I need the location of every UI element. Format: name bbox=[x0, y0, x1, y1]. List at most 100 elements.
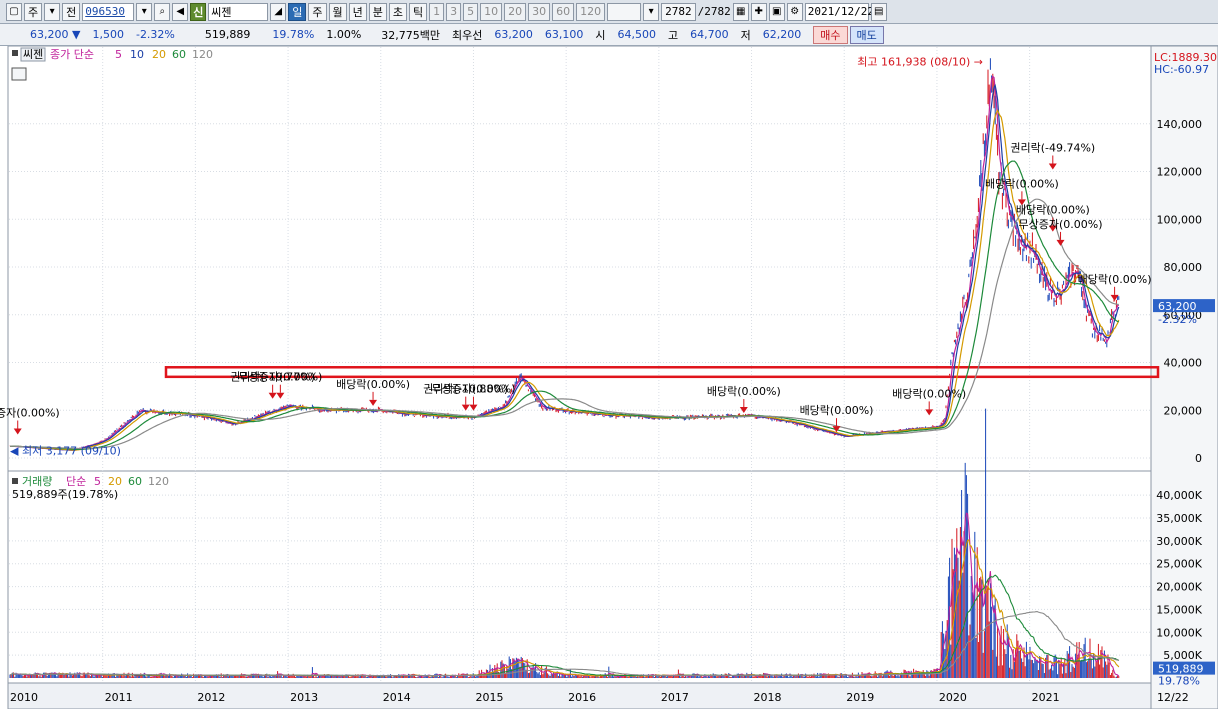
event-label: 권리락(-49.74%) bbox=[1010, 142, 1095, 155]
low-label: 저 bbox=[740, 28, 751, 42]
high-value: 64,700 bbox=[690, 28, 729, 41]
event-label: 무상증자(0.00%) bbox=[1019, 218, 1103, 231]
chevron-down-icon[interactable]: ▾ bbox=[44, 2, 61, 21]
event-label: 배당락(0.00%) bbox=[336, 378, 410, 391]
all-button[interactable]: 전 bbox=[62, 2, 81, 21]
stock-code-input[interactable] bbox=[82, 2, 135, 21]
x-tick-label: 2011 bbox=[105, 691, 133, 704]
interval-1[interactable]: 1 bbox=[429, 2, 445, 21]
chart-area: 최고 161,938 (08/10) → ◀ 최저 3,177 (09/10) 무상… bbox=[0, 45, 1218, 709]
volume-y-tick: 35,000K bbox=[1156, 512, 1202, 525]
x-tick-label: 2015 bbox=[475, 691, 503, 704]
event-label: 무상증자(0.00%) bbox=[238, 371, 322, 384]
credit-badge: 신 bbox=[190, 2, 207, 21]
interval-120[interactable]: 120 bbox=[576, 2, 606, 21]
event-label: 배당락(0.00%) bbox=[892, 387, 966, 400]
volume-info-line: 519,889주(19.78%) bbox=[12, 488, 118, 501]
sell-button[interactable]: 매도 bbox=[849, 25, 884, 44]
x-tick-label: 12/22 bbox=[1157, 691, 1189, 704]
last-change-tag: -2.32% bbox=[1158, 313, 1197, 326]
hc-label: HC:-60.97 bbox=[1154, 63, 1209, 76]
corner-marker-icon: ◢ bbox=[270, 2, 287, 21]
price-y-tick: 20,000 bbox=[1164, 404, 1203, 417]
interval-10[interactable]: 10 bbox=[480, 2, 503, 21]
legend-stock-name: 씨젠 bbox=[23, 48, 43, 61]
legend-ma20: 20 bbox=[152, 48, 166, 61]
data-count-field[interactable]: 2782 bbox=[661, 2, 696, 21]
last-ratio-tag: 19.78% bbox=[1158, 675, 1200, 688]
price-y-tick: 0 bbox=[1195, 452, 1202, 465]
event-label: 배당락(0.00%) bbox=[800, 404, 874, 417]
market-button[interactable]: 주 bbox=[24, 2, 43, 21]
x-tick-label: 2010 bbox=[10, 691, 38, 704]
legend-marker-icon bbox=[12, 50, 18, 56]
table-icon[interactable] bbox=[11, 67, 27, 81]
volume-y-tick: 20,000K bbox=[1156, 581, 1202, 594]
legend-ma5: 5 bbox=[115, 48, 122, 61]
speaker-icon[interactable]: ◀ bbox=[172, 2, 189, 21]
price-y-tick: 40,000 bbox=[1164, 357, 1203, 370]
x-tick-label: 2019 bbox=[846, 691, 874, 704]
volume-y-tick: 5,000K bbox=[1163, 649, 1202, 662]
legend-ma60: 60 bbox=[172, 48, 186, 61]
open-value: 64,500 bbox=[617, 28, 657, 41]
x-tick-label: 2017 bbox=[661, 691, 689, 704]
chart-toolbar: ▢ 주 ▾ 전 ▾ ⌕ ◀ 신 씨젠 ◢ 일 주 월 년 분 초 틱 1 3 5… bbox=[0, 0, 1218, 24]
legend-vma60: 60 bbox=[128, 475, 142, 488]
min-annotation: ◀ 최저 3,177 (09/10) bbox=[10, 444, 121, 457]
period-second-tab[interactable]: 초 bbox=[388, 2, 407, 21]
interval-5[interactable]: 5 bbox=[463, 2, 479, 21]
legend-vma5: 5 bbox=[94, 475, 101, 488]
code-dropdown-icon[interactable]: ▾ bbox=[136, 2, 153, 21]
window-icon[interactable]: ▢ bbox=[6, 2, 22, 21]
search-icon[interactable]: ⌕ bbox=[154, 2, 171, 21]
period-month-tab[interactable]: 월 bbox=[328, 2, 347, 21]
ratio-value: 1.00% bbox=[326, 28, 362, 41]
x-tick-label: 2016 bbox=[568, 691, 596, 704]
best-ask-value: 63,200 bbox=[494, 28, 533, 41]
volume-y-tick: 30,000K bbox=[1156, 535, 1202, 548]
interval-custom-field[interactable] bbox=[607, 2, 642, 21]
period-day-tab[interactable]: 일 bbox=[288, 2, 307, 21]
amount-value: 32,775백만 bbox=[381, 28, 441, 42]
best-ask-label: 최우선 bbox=[452, 28, 483, 42]
x-tick-label: 2018 bbox=[754, 691, 782, 704]
volume-y-tick: 40,000K bbox=[1156, 489, 1202, 502]
best-bid-value: 63,100 bbox=[544, 28, 584, 41]
save-icon[interactable]: ▣ bbox=[768, 2, 785, 21]
quote-info-row: 63,200 ▼ 1,500 -2.32% 519,889 19.78% 1.0… bbox=[0, 24, 1218, 46]
volume-y-tick: 25,000K bbox=[1156, 558, 1202, 571]
event-label: 무상증자(0.00%) bbox=[0, 407, 60, 420]
max-annotation: 최고 161,938 (08/10) → bbox=[857, 55, 983, 68]
stock-name-field[interactable]: 씨젠 bbox=[208, 2, 269, 21]
price-y-tick: 120,000 bbox=[1157, 166, 1203, 179]
legend-ma120: 120 bbox=[192, 48, 213, 61]
legend-marker-icon bbox=[12, 478, 18, 484]
interval-30[interactable]: 30 bbox=[528, 2, 551, 21]
period-year-tab[interactable]: 년 bbox=[348, 2, 367, 21]
event-label: 배당락(0.00%) bbox=[1016, 204, 1090, 217]
period-minute-tab[interactable]: 분 bbox=[368, 2, 387, 21]
interval-60[interactable]: 60 bbox=[552, 2, 575, 21]
x-tick-label: 2021 bbox=[1032, 691, 1060, 704]
period-week-tab[interactable]: 주 bbox=[308, 2, 327, 21]
turnover-pct: 19.78% bbox=[272, 28, 315, 41]
grid-icon[interactable]: ▦ bbox=[732, 2, 749, 21]
x-tick-label: 2014 bbox=[383, 691, 411, 704]
legend-ma10: 10 bbox=[130, 48, 144, 61]
interval-20[interactable]: 20 bbox=[504, 2, 527, 21]
last-price-tag: 63,200 bbox=[1158, 300, 1197, 313]
buy-button[interactable]: 매수 bbox=[813, 25, 848, 44]
date-field[interactable]: 2021/12/22 bbox=[804, 2, 874, 21]
price-change: 1,500 bbox=[92, 28, 124, 41]
interval-dropdown-icon[interactable]: ▾ bbox=[643, 2, 660, 21]
period-tick-tab[interactable]: 틱 bbox=[409, 2, 428, 21]
data-total-label: /2782 bbox=[697, 5, 731, 18]
interval-3[interactable]: 3 bbox=[446, 2, 462, 21]
calendar-icon[interactable]: ▤ bbox=[870, 2, 887, 21]
crosshair-icon[interactable]: ✚ bbox=[750, 2, 767, 21]
legend-vma120: 120 bbox=[148, 475, 169, 488]
gear-icon[interactable]: ⚙ bbox=[786, 2, 803, 21]
stock-chart[interactable]: 최고 161,938 (08/10) → ◀ 최저 3,177 (09/10) 무상… bbox=[0, 45, 1218, 709]
high-label: 고 bbox=[668, 28, 679, 42]
